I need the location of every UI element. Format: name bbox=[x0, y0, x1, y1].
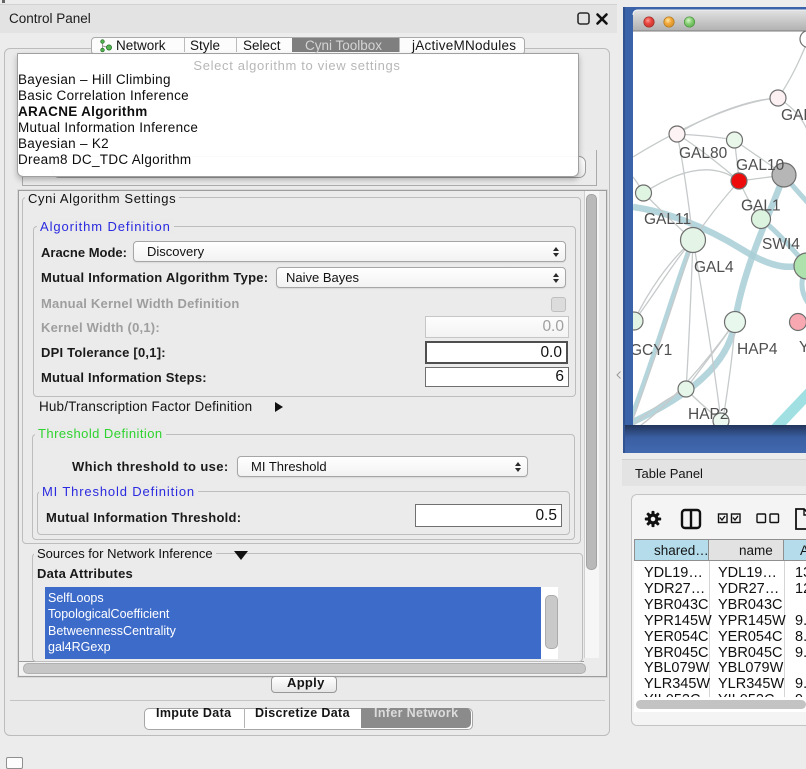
svg-text:SWI4: SWI4 bbox=[762, 236, 800, 253]
svg-text:Y: Y bbox=[799, 339, 806, 356]
svg-text:HAP4: HAP4 bbox=[737, 341, 778, 358]
svg-text:GAL10: GAL10 bbox=[736, 157, 785, 174]
svg-text:HAP2: HAP2 bbox=[688, 406, 729, 423]
svg-text:GAL1: GAL1 bbox=[741, 198, 781, 215]
svg-text:GAL4: GAL4 bbox=[694, 259, 734, 276]
svg-text:GAL: GAL bbox=[781, 107, 806, 124]
svg-text:GCY1: GCY1 bbox=[630, 342, 672, 359]
svg-text:GAL11: GAL11 bbox=[644, 211, 691, 228]
svg-text:GAL80: GAL80 bbox=[679, 145, 728, 162]
